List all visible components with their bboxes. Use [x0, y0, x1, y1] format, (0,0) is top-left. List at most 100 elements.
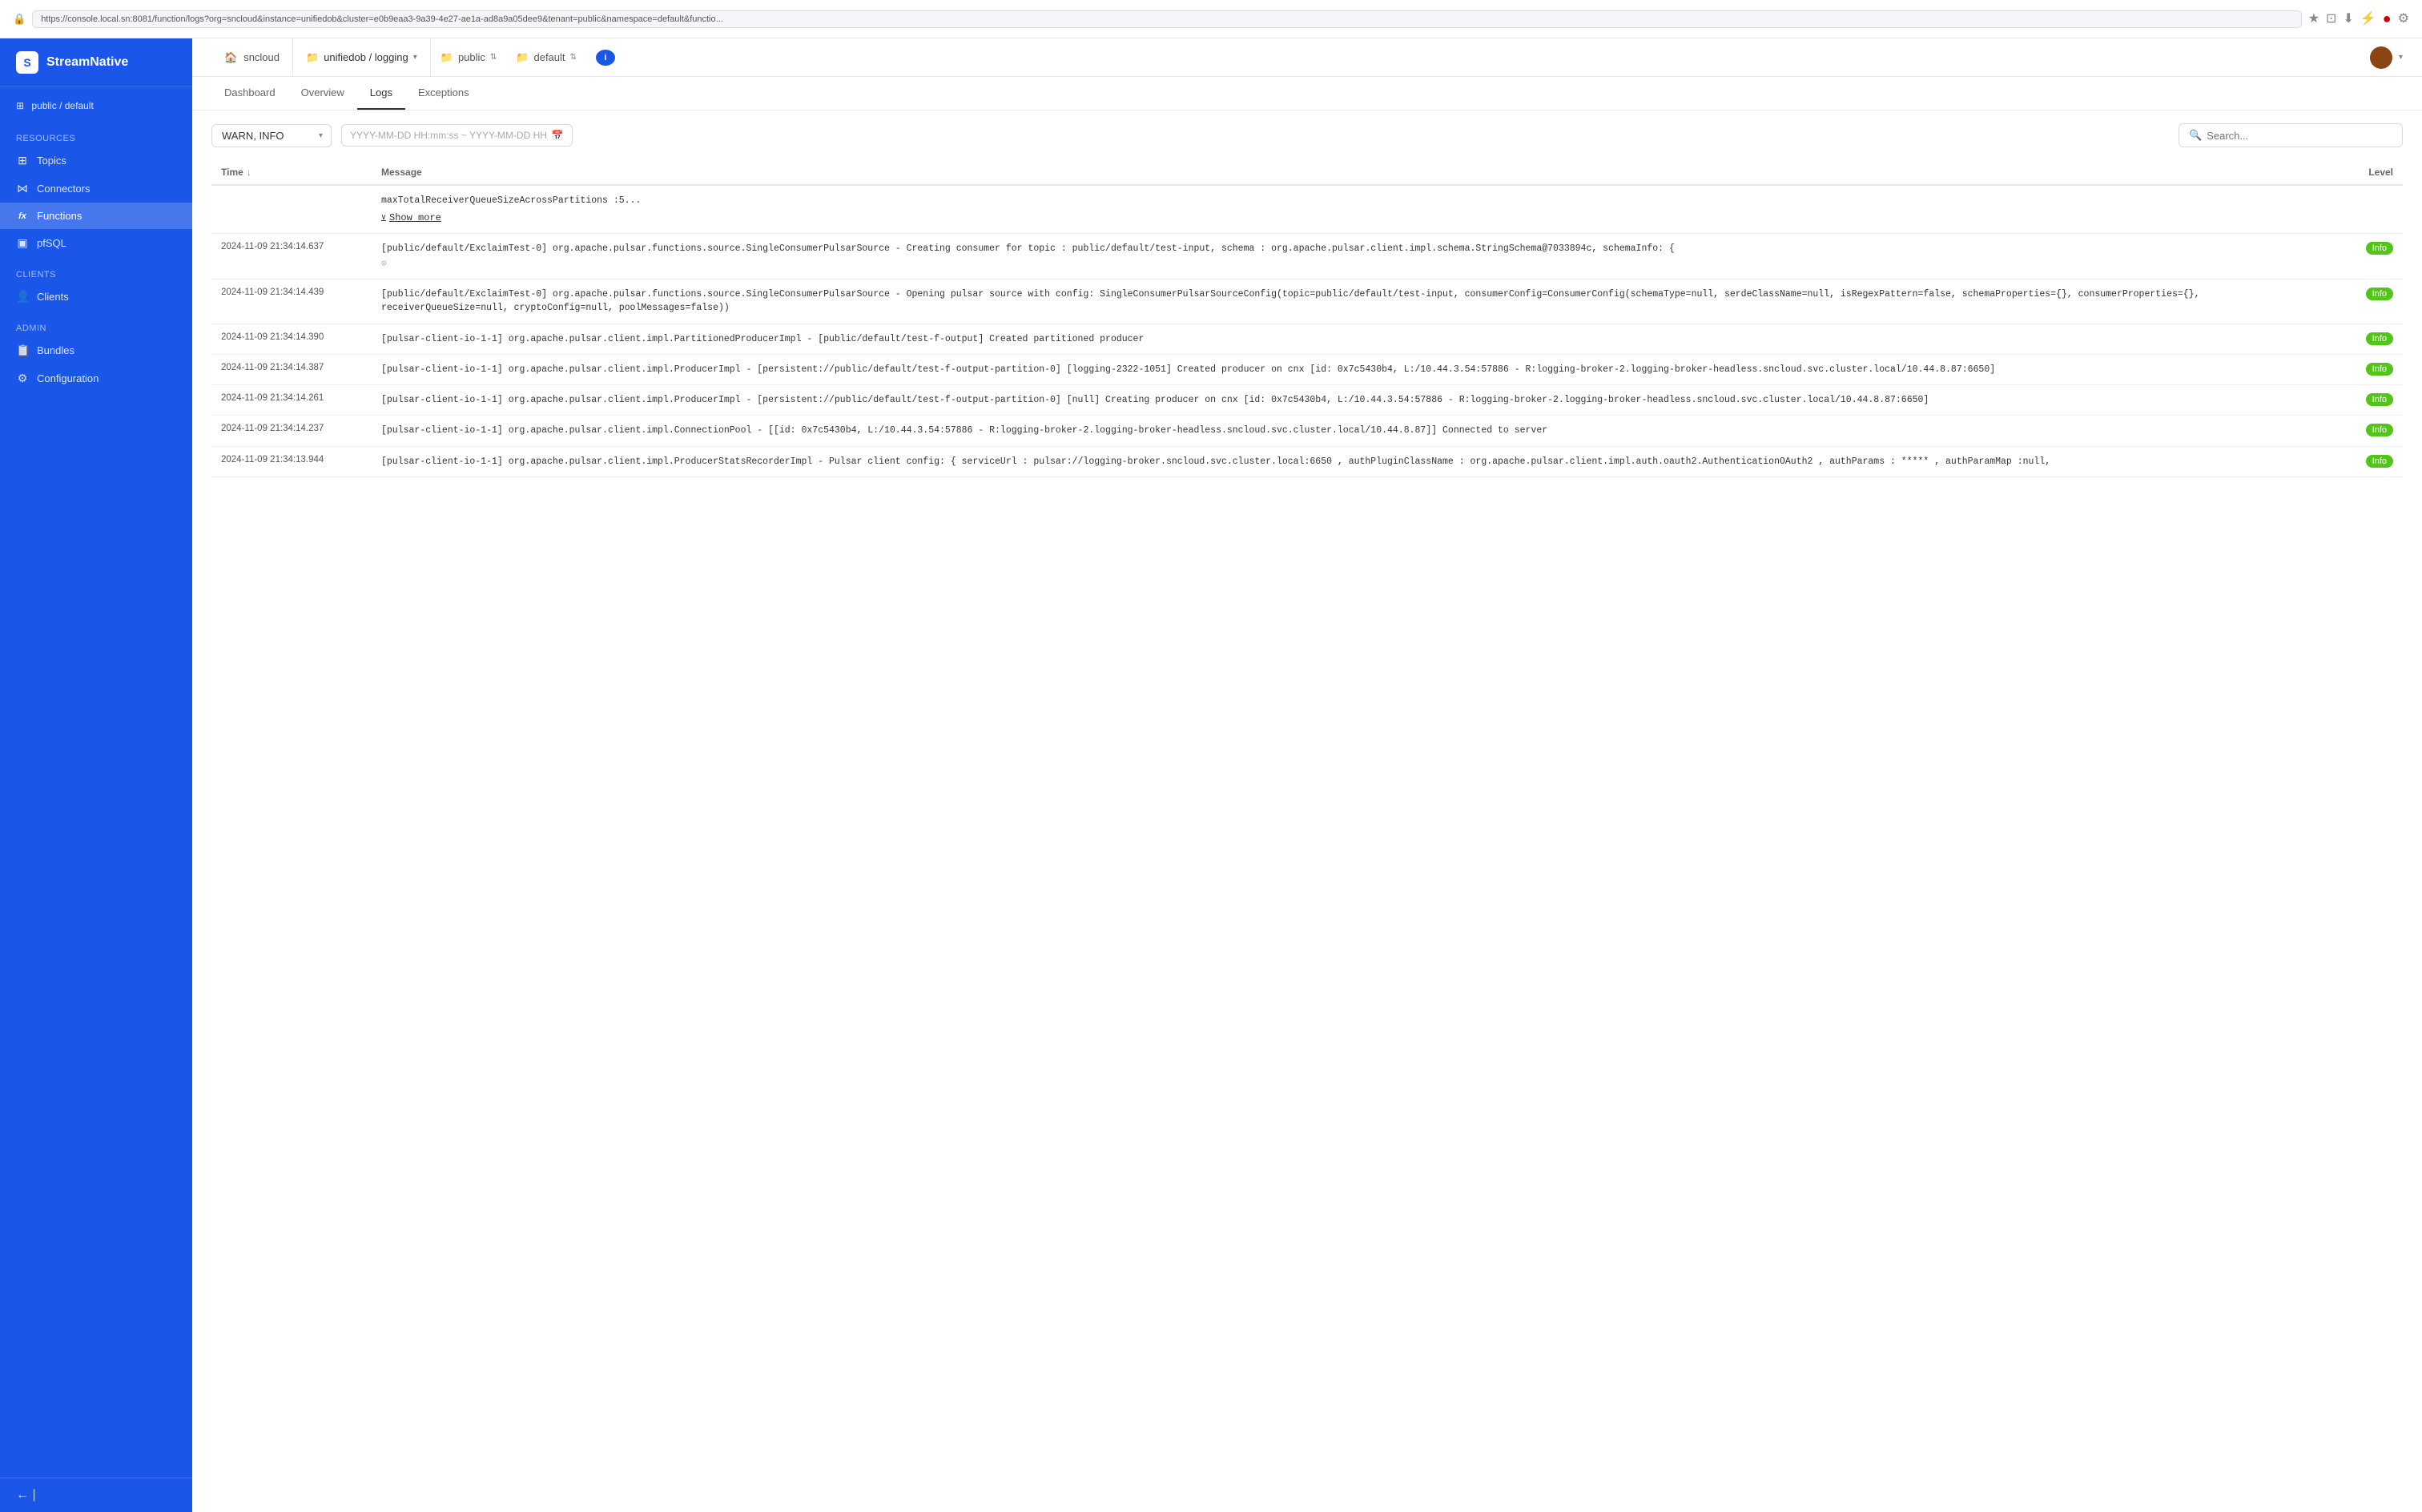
- table-row: 2024-11-09 21:34:13.944[pulsar-client-io…: [211, 446, 2403, 477]
- tab-logs[interactable]: Logs: [357, 77, 405, 110]
- info-button[interactable]: i: [596, 50, 615, 66]
- sidebar-item-clients[interactable]: 👤 Clients: [0, 283, 192, 311]
- pfsql-icon: ▣: [16, 236, 29, 250]
- user-menu-chevron[interactable]: ▾: [2399, 53, 2403, 62]
- clients-icon: 👤: [16, 290, 29, 304]
- level-cell: Info: [2339, 354, 2403, 384]
- level-cell: Info: [2339, 234, 2403, 279]
- nav-instance[interactable]: 📁 unifiedob / logging ▾: [293, 38, 431, 76]
- show-more-button[interactable]: ∨ Show more: [381, 211, 2329, 225]
- sidebar-item-connectors-label: Connectors: [37, 183, 90, 195]
- function-nav-icon: 📁: [306, 51, 319, 64]
- time-cell: 2024-11-09 21:34:14.387: [211, 354, 372, 384]
- namespace2-text: default: [533, 51, 565, 63]
- table-row: 2024-11-09 21:34:14.387[pulsar-client-io…: [211, 354, 2403, 384]
- sidebar-namespace-section: ⊞ public / default: [0, 87, 192, 121]
- house-icon: 🏠: [224, 51, 237, 64]
- sidebar-item-bundles[interactable]: 📋 Bundles: [0, 336, 192, 364]
- message-text: [public/default/ExclaimTest-0] org.apach…: [381, 289, 2199, 313]
- level-badge: Info: [2366, 242, 2393, 255]
- message-text: maxTotalReceiverQueueSizeAcrossPartition…: [381, 194, 2329, 207]
- sidebar-brand: StreamNative: [46, 55, 128, 70]
- level-cell: [2339, 185, 2403, 234]
- nav-namespace1[interactable]: 📁 public ⇅: [431, 38, 507, 76]
- log-search-box[interactable]: 🔍: [2179, 123, 2403, 147]
- search-input[interactable]: [2207, 130, 2392, 142]
- sidebar-item-configuration-label: Configuration: [37, 372, 99, 384]
- log-table: Time ↓ Message Level maxTotalReceiverQu: [211, 160, 2403, 477]
- tab-overview[interactable]: Overview: [288, 77, 357, 110]
- time-cell: 2024-11-09 21:34:14.261: [211, 385, 372, 416]
- tab-exceptions[interactable]: Exceptions: [405, 77, 482, 110]
- resources-label: Resources: [0, 131, 192, 147]
- log-level-filter[interactable]: WARN, INFO ▾: [211, 124, 332, 147]
- sidebar-item-functions[interactable]: fx Functions: [0, 203, 192, 229]
- collapse-button[interactable]: ← |: [16, 1488, 36, 1502]
- search-icon: 🔍: [2189, 129, 2202, 142]
- level-cell: Info: [2339, 324, 2403, 354]
- profile-icon[interactable]: ●: [2383, 10, 2392, 27]
- table-row: 2024-11-09 21:34:14.637[public/default/E…: [211, 234, 2403, 279]
- nav-breadcrumb-org: 🏠 sncloud: [211, 38, 293, 76]
- table-row: maxTotalReceiverQueueSizeAcrossPartition…: [211, 185, 2403, 234]
- functions-icon: fx: [16, 211, 29, 221]
- sidebar-logo: S: [16, 51, 38, 74]
- settings-icon[interactable]: ⚙: [2398, 10, 2409, 27]
- level-badge: Info: [2366, 455, 2393, 468]
- time-column-header: Time ↓: [211, 160, 372, 185]
- sidebar-bottom: ← |: [0, 1478, 192, 1512]
- sidebar-item-topics[interactable]: ⊞ Topics: [0, 147, 192, 175]
- extensions-icon[interactable]: ⚡: [2360, 10, 2376, 27]
- ns1-chevron-icon: ⇅: [490, 53, 497, 62]
- main-content: 🏠 sncloud 📁 unifiedob / logging ▾ 📁 publ…: [192, 38, 2422, 1512]
- level-badge: Info: [2366, 332, 2393, 345]
- message-cell: [public/default/ExclaimTest-0] org.apach…: [372, 279, 2339, 324]
- time-cell: 2024-11-09 21:34:14.637: [211, 234, 372, 279]
- window-icon[interactable]: ⊡: [2326, 10, 2336, 27]
- level-column-header: Level: [2339, 160, 2403, 185]
- configuration-icon: ⚙: [16, 372, 29, 385]
- bundles-icon: 📋: [16, 344, 29, 357]
- sidebar-item-clients-label: Clients: [37, 291, 69, 303]
- message-text: [pulsar-client-io-1-1] org.apache.pulsar…: [381, 334, 1144, 344]
- copy-icon[interactable]: ⊙: [381, 258, 2329, 271]
- chevron-down-icon: ∨: [381, 212, 386, 224]
- url-bar[interactable]: https://console.local.sn:8081/function/l…: [32, 10, 2302, 28]
- nav-header: 🏠 sncloud 📁 unifiedob / logging ▾ 📁 publ…: [192, 38, 2422, 77]
- topics-icon: ⊞: [16, 154, 29, 167]
- time-cell: 2024-11-09 21:34:14.439: [211, 279, 372, 324]
- user-avatar[interactable]: [2370, 46, 2392, 69]
- level-badge: Info: [2366, 393, 2393, 406]
- lock-icon: 🔒: [13, 13, 26, 26]
- table-row: 2024-11-09 21:34:14.237[pulsar-client-io…: [211, 416, 2403, 446]
- folder2-icon: 📁: [516, 51, 529, 64]
- sidebar-item-topics-label: Topics: [37, 155, 66, 167]
- time-cell: 2024-11-09 21:34:14.390: [211, 324, 372, 354]
- filter-chevron-icon: ▾: [319, 131, 323, 140]
- sidebar-item-connectors[interactable]: ⋈ Connectors: [0, 175, 192, 203]
- instance-chevron-icon: ▾: [413, 53, 417, 62]
- log-table-body: maxTotalReceiverQueueSizeAcrossPartition…: [211, 185, 2403, 477]
- level-badge: Info: [2366, 363, 2393, 376]
- sidebar-item-pfsql[interactable]: ▣ pfSQL: [0, 229, 192, 257]
- tab-dashboard[interactable]: Dashboard: [211, 77, 288, 110]
- sort-icon[interactable]: ↓: [247, 167, 251, 178]
- date-range-picker[interactable]: YYYY-MM-DD HH:mm:ss ~ YYYY-MM-DD HH 📅: [341, 124, 573, 147]
- message-cell: maxTotalReceiverQueueSizeAcrossPartition…: [372, 185, 2339, 234]
- message-cell: [pulsar-client-io-1-1] org.apache.pulsar…: [372, 385, 2339, 416]
- admin-label: Admin: [0, 320, 192, 336]
- connectors-icon: ⋈: [16, 182, 29, 195]
- message-cell: [pulsar-client-io-1-1] org.apache.pulsar…: [372, 446, 2339, 477]
- sidebar-item-bundles-label: Bundles: [37, 344, 74, 356]
- sidebar-item-configuration[interactable]: ⚙ Configuration: [0, 364, 192, 392]
- level-badge: Info: [2366, 424, 2393, 436]
- bookmark-icon[interactable]: ★: [2308, 10, 2319, 27]
- sidebar-namespace: ⊞ public / default: [0, 94, 192, 115]
- grid-icon: ⊞: [16, 100, 24, 111]
- download-icon[interactable]: ⬇: [2343, 10, 2353, 27]
- time-cell: [211, 185, 372, 234]
- log-table-container: Time ↓ Message Level maxTotalReceiverQu: [192, 160, 2422, 1512]
- instance-name: unifiedob / logging: [324, 51, 408, 63]
- nav-namespace2[interactable]: 📁 default ⇅: [506, 38, 586, 76]
- message-cell: [pulsar-client-io-1-1] org.apache.pulsar…: [372, 324, 2339, 354]
